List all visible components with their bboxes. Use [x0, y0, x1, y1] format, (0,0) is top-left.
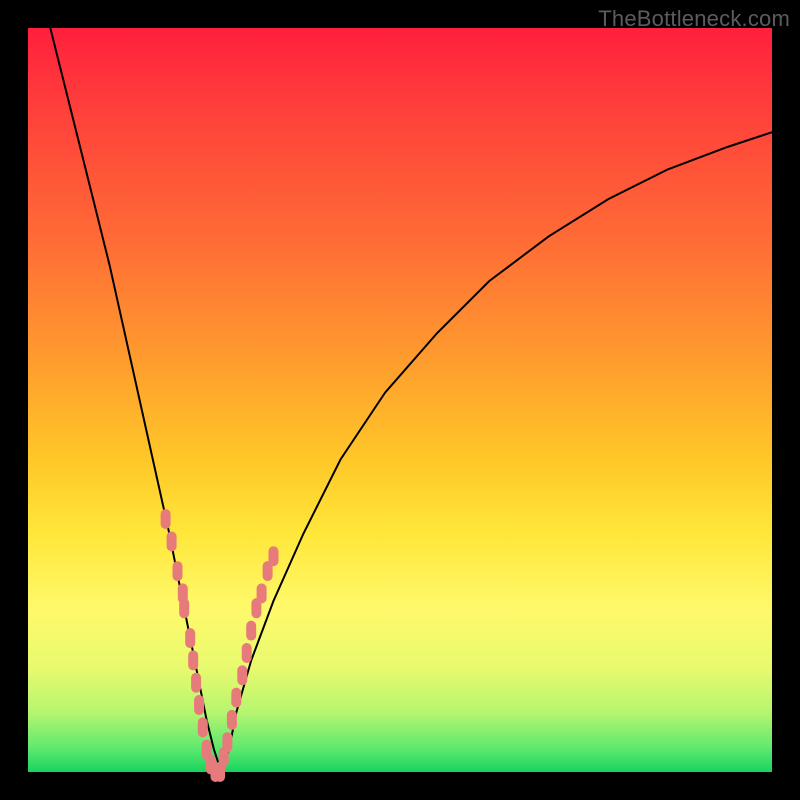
marker-point	[188, 650, 198, 670]
marker-point	[257, 583, 267, 603]
watermark-label: TheBottleneck.com	[598, 6, 790, 32]
marker-point	[191, 673, 201, 693]
marker-point	[246, 621, 256, 641]
marker-point	[161, 509, 171, 529]
marker-point	[185, 628, 195, 648]
bottleneck-curve	[50, 28, 772, 772]
marker-point	[173, 561, 183, 581]
bottleneck-curve-svg	[28, 28, 772, 772]
marker-point	[222, 732, 232, 752]
chart-frame: TheBottleneck.com	[0, 0, 800, 800]
marker-point	[242, 643, 252, 663]
marker-point	[269, 546, 279, 566]
marker-point	[227, 710, 237, 730]
marker-point	[237, 665, 247, 685]
highlighted-markers	[161, 509, 279, 782]
marker-point	[231, 688, 241, 708]
chart-plot-area	[28, 28, 772, 772]
marker-point	[179, 598, 189, 618]
marker-point	[198, 717, 208, 737]
marker-point	[167, 531, 177, 551]
marker-point	[194, 695, 204, 715]
